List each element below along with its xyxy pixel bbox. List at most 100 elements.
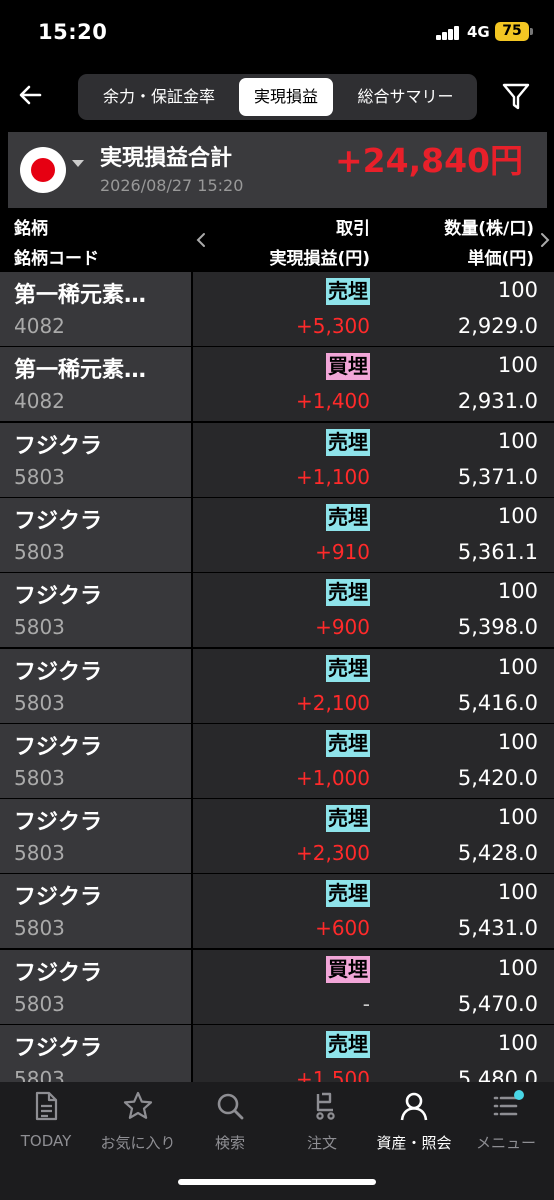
- stock-name: フジクラ: [14, 659, 103, 685]
- stock-code: 4082: [14, 314, 65, 338]
- table-row[interactable]: 第一稀元素… 4082 買埋 +1,400 100 2,931.0: [0, 347, 554, 422]
- status-time: 15:20: [38, 20, 108, 44]
- trade-type-badge: 売埋: [326, 503, 370, 531]
- tab-assets[interactable]: 資産・照会: [368, 1082, 460, 1162]
- stock-name: 第一稀元素…: [14, 283, 147, 308]
- unit-price-value: 5,361.1: [457, 539, 538, 564]
- values-cell: 買埋 +1,400 100 2,931.0: [193, 347, 554, 422]
- table-row[interactable]: フジクラ 5803 買埋 - 100 5,470.0: [0, 949, 554, 1025]
- tab-label: 注文: [306, 1134, 337, 1152]
- tab-realized-pl[interactable]: 実現損益: [239, 78, 333, 116]
- table-row[interactable]: フジクラ 5803 売埋 +900 100 5,398.0: [0, 573, 554, 648]
- stock-cell: 第一稀元素… 4082: [0, 272, 191, 346]
- stock-code: 5803: [14, 615, 65, 640]
- stock-name: フジクラ: [14, 734, 103, 760]
- trade-type-badge: 売埋: [326, 278, 370, 305]
- trade-type-badge: 売埋: [326, 1031, 370, 1058]
- tab-label: 資産・照会: [376, 1134, 452, 1152]
- quantity-value: 100: [497, 353, 538, 378]
- stock-name: フジクラ: [14, 508, 103, 534]
- japan-flag-icon[interactable]: [20, 147, 66, 193]
- tab-label: お気に入り: [100, 1134, 176, 1152]
- realized-pl-value: +600: [315, 916, 370, 941]
- header-stock: 銘柄: [14, 219, 48, 239]
- tab-favorites[interactable]: お気に入り: [92, 1082, 184, 1162]
- star-icon: [123, 1091, 153, 1119]
- realized-pl-list[interactable]: 第一稀元素… 4082 売埋 +5,300 100 2,929.0 第一稀元素… 4082 買埋…: [0, 272, 554, 1082]
- summary-title: 実現損益合計: [100, 146, 233, 171]
- values-cell: 売埋 +2,300 100 5,428.0: [193, 799, 554, 874]
- realized-pl-value: +2,300: [295, 841, 370, 866]
- quantity-value: 100: [497, 428, 538, 453]
- stock-code: 5803: [14, 916, 65, 941]
- header-stock-code: 銘柄コード: [14, 249, 99, 269]
- stock-code: 4082: [14, 389, 65, 414]
- chevron-right-icon[interactable]: [540, 232, 550, 248]
- realized-pl-value: -: [362, 991, 370, 1016]
- stock-name: 第一稀元素…: [14, 358, 147, 384]
- stock-name: フジクラ: [14, 1036, 103, 1061]
- values-cell: 売埋 +1,100 100 5,371.0: [193, 422, 554, 497]
- summary-total-value: +24,840円: [335, 141, 523, 180]
- chevron-down-icon[interactable]: [72, 160, 84, 167]
- chevron-left-icon[interactable]: [196, 232, 206, 248]
- table-row[interactable]: フジクラ 5803 売埋 +1,100 100 5,371.0: [0, 422, 554, 498]
- stock-cell: フジクラ 5803: [0, 874, 191, 949]
- quantity-value: 100: [497, 880, 538, 905]
- stock-cell: フジクラ 5803: [0, 497, 191, 572]
- battery-tip: [530, 28, 533, 35]
- trade-type-badge: 売埋: [326, 729, 370, 757]
- tab-order[interactable]: 注文: [276, 1082, 368, 1162]
- values-cell: 売埋 +1,000 100 5,420.0: [193, 723, 554, 798]
- tab-label: メニュー: [475, 1134, 536, 1152]
- realized-pl-value: +1,500: [295, 1067, 370, 1082]
- tab-label: 検索: [214, 1134, 245, 1152]
- back-arrow-icon[interactable]: [16, 80, 46, 110]
- realized-pl-value: +1,100: [295, 464, 370, 489]
- realized-pl-value: +900: [315, 615, 370, 640]
- realized-pl-value: +910: [315, 539, 370, 564]
- trade-type-badge: 売埋: [326, 579, 370, 607]
- values-cell: 売埋 +2,100 100 5,416.0: [193, 648, 554, 723]
- header-quantity: 数量(株/口): [444, 219, 534, 239]
- values-cell: 売埋 +600 100 5,431.0: [193, 874, 554, 949]
- unit-price-value: 2,929.0: [457, 314, 538, 338]
- realized-pl-value: +1,400: [295, 389, 370, 414]
- tab-margin-balance[interactable]: 余力・保証金率: [82, 78, 236, 116]
- trade-type-badge: 買埋: [326, 955, 370, 983]
- stock-cell: フジクラ 5803: [0, 1025, 191, 1082]
- quantity-value: 100: [497, 1031, 538, 1055]
- tab-summary[interactable]: 総合サマリー: [336, 78, 475, 116]
- unit-price-value: 5,420.0: [457, 765, 538, 790]
- stock-code: 5803: [14, 841, 65, 866]
- stock-cell: フジクラ 5803: [0, 949, 191, 1024]
- unit-price-value: 5,480.0: [457, 1067, 538, 1082]
- unit-price-value: 5,428.0: [457, 841, 538, 866]
- table-row[interactable]: フジクラ 5803 売埋 +2,100 100 5,416.0: [0, 648, 554, 724]
- table-row[interactable]: フジクラ 5803 売埋 +600 100 5,431.0: [0, 874, 554, 949]
- summary-date: 2026/08/27 15:20: [100, 176, 244, 195]
- trade-type-badge: 売埋: [326, 428, 370, 456]
- table-row[interactable]: フジクラ 5803 売埋 +2,300 100 5,428.0: [0, 799, 554, 874]
- tab-today[interactable]: TODAY: [0, 1082, 92, 1162]
- stock-code: 5803: [14, 765, 65, 790]
- header-unit-price: 単価(円): [467, 249, 534, 269]
- tab-label: TODAY: [20, 1132, 72, 1150]
- table-row[interactable]: フジクラ 5803 売埋 +910 100 5,361.1: [0, 497, 554, 573]
- unit-price-value: 5,416.0: [457, 690, 538, 715]
- quantity-value: 100: [497, 278, 538, 302]
- stock-code: 5803: [14, 991, 65, 1016]
- document-icon: [35, 1091, 58, 1121]
- trade-type-badge: 売埋: [326, 654, 370, 682]
- stock-cell: フジクラ 5803: [0, 573, 191, 648]
- quantity-value: 100: [497, 805, 538, 830]
- table-row[interactable]: 第一稀元素… 4082 売埋 +5,300 100 2,929.0: [0, 272, 554, 347]
- tab-search[interactable]: 検索: [184, 1082, 276, 1162]
- trade-type-badge: 買埋: [326, 353, 370, 381]
- search-icon: [217, 1093, 244, 1120]
- tab-menu[interactable]: メニュー: [460, 1082, 552, 1162]
- table-row[interactable]: フジクラ 5803 売埋 +1,000 100 5,420.0: [0, 723, 554, 799]
- stock-cell: フジクラ 5803: [0, 799, 191, 874]
- table-row[interactable]: フジクラ 5803 売埋 +1,500 100 5,480.0: [0, 1025, 554, 1082]
- filter-icon[interactable]: [500, 80, 532, 112]
